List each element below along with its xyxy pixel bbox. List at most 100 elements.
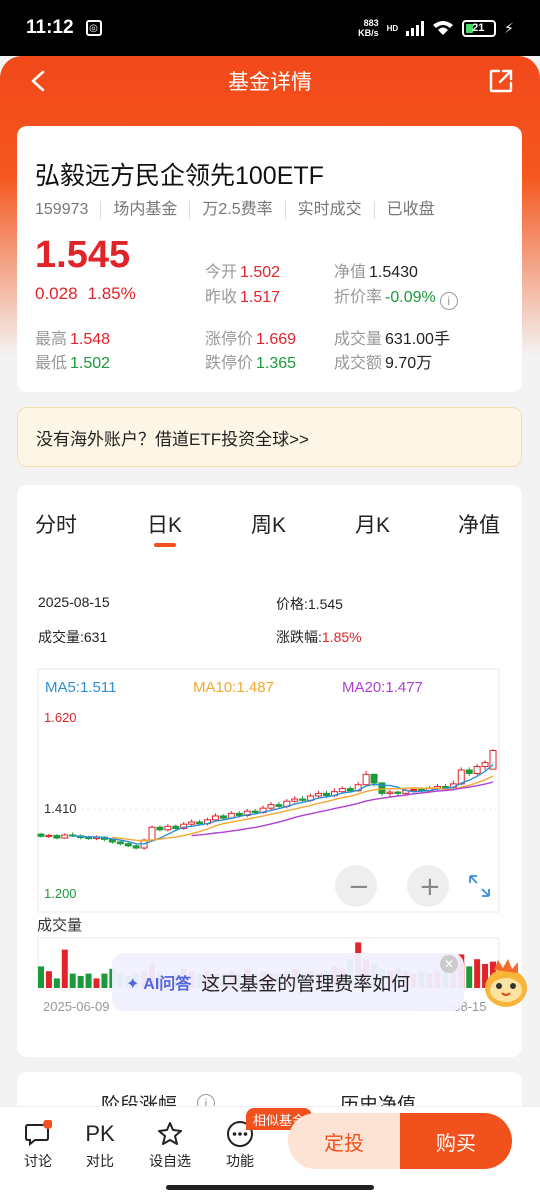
candle-body xyxy=(291,798,299,802)
candle-body xyxy=(124,843,132,847)
candle-body xyxy=(315,792,323,797)
ma-line-ma10 xyxy=(112,775,494,842)
ma-legend: MA5:1.511 xyxy=(45,679,116,696)
nav-compare[interactable]: PK 对比 xyxy=(75,1117,125,1171)
candle-body xyxy=(275,804,283,807)
candle-body xyxy=(473,766,481,774)
fund-tag: 场内基金 xyxy=(100,201,189,219)
signal-icon xyxy=(406,20,425,36)
pk-icon: PK xyxy=(85,1121,115,1146)
candle-body xyxy=(61,834,69,839)
y-tick-label: 1.200 xyxy=(44,886,77,901)
ma-legend: MA10:1.487 xyxy=(193,679,274,696)
candle-body xyxy=(346,788,354,792)
candle-body xyxy=(362,773,370,786)
candle-body xyxy=(394,791,402,794)
fund-name: 弘毅远方民企领先100ETF xyxy=(35,162,324,190)
kline-price: 价格:1.545 xyxy=(276,596,343,612)
candle-body xyxy=(164,825,172,831)
fullscreen-icon xyxy=(469,875,490,897)
candle-body xyxy=(53,834,61,839)
tab-daily-k[interactable]: 日K xyxy=(147,509,182,539)
buy-button[interactable]: 购买 xyxy=(400,1113,512,1169)
low-price: 最低 1.502 xyxy=(35,355,111,372)
status-time: 11:12 xyxy=(26,17,74,38)
plus-icon: + xyxy=(419,872,441,902)
candle-body xyxy=(481,762,489,768)
candle-body xyxy=(211,815,219,821)
volume-label: 成交量 xyxy=(37,916,82,934)
active-tab-indicator xyxy=(154,543,176,547)
volume-bar xyxy=(61,949,68,988)
candle-body xyxy=(410,789,418,791)
candle-body xyxy=(235,812,243,816)
volume-bar xyxy=(85,973,92,988)
chat-icon xyxy=(13,1117,63,1151)
close-icon[interactable]: ✕ xyxy=(440,955,458,973)
y-tick-label: 1.620 xyxy=(44,710,77,725)
candle-body xyxy=(465,769,473,774)
star-icon xyxy=(145,1117,195,1151)
info-icon[interactable]: i xyxy=(439,292,458,310)
tab-weekly-k[interactable]: 周K xyxy=(251,509,286,539)
volume-bar xyxy=(101,973,108,988)
candle-body xyxy=(299,798,307,801)
minus-icon: − xyxy=(348,872,370,902)
volume-bar xyxy=(53,978,60,988)
candle-body xyxy=(132,845,140,849)
candle-body xyxy=(37,833,45,837)
fund-tag: 实时成交 xyxy=(284,201,374,219)
candle-body xyxy=(338,788,346,793)
kline-date: 2025-08-15 xyxy=(38,594,110,610)
candle-body xyxy=(251,810,259,813)
candle-body xyxy=(116,841,124,845)
status-bar: 11:12 ◎ 883 KB/s HD 21 ⚡ xyxy=(0,0,540,56)
tab-nav[interactable]: 净值 xyxy=(458,509,500,539)
ai-question-bubble[interactable]: ✦ AI问答 这只基金的管理费率如何 ✕ xyxy=(112,953,464,1011)
notification-icon: ◎ xyxy=(85,20,102,36)
ma-legend: MA20:1.477 xyxy=(342,679,423,696)
candle-body xyxy=(172,825,180,829)
fund-tags: 159973 场内基金 万2.5费率 实时成交 已收盘 xyxy=(35,201,447,219)
candle-body xyxy=(196,821,204,825)
candle-body xyxy=(370,773,378,784)
kline-change: 涨跌幅:1.85% xyxy=(276,629,362,645)
nav-discuss[interactable]: 讨论 xyxy=(13,1117,63,1171)
candle-body xyxy=(148,826,156,841)
ai-tag: ✦ AI问答 xyxy=(126,976,192,993)
auto-invest-button[interactable]: 定投 xyxy=(288,1113,400,1169)
candle-body xyxy=(85,837,93,840)
page-title: 基金详情 xyxy=(228,71,312,94)
open-price: 今开 1.502 xyxy=(205,264,281,281)
volume-bar xyxy=(466,966,473,988)
candle-body xyxy=(188,821,196,825)
battery-icon: 21 xyxy=(462,19,497,37)
candle-body xyxy=(386,791,394,794)
volume: 成交量 631.00手 xyxy=(334,331,450,348)
volume-bar xyxy=(77,976,84,988)
tab-intraday[interactable]: 分时 xyxy=(35,509,77,539)
tab-monthly-k[interactable]: 月K xyxy=(355,509,390,539)
share-icon[interactable] xyxy=(488,68,514,94)
ai-question: 这只基金的管理费率如何 xyxy=(201,973,411,995)
fund-tag: 已收盘 xyxy=(373,201,447,219)
limit-down: 跌停价 1.365 xyxy=(205,355,297,372)
ma-line-ma5 xyxy=(72,764,494,845)
mascot-icon[interactable] xyxy=(478,956,534,1012)
candle-body xyxy=(441,785,449,788)
nav-add-favorite[interactable]: 设自选 xyxy=(145,1117,195,1171)
wifi-icon xyxy=(433,21,454,35)
back-arrow-icon[interactable] xyxy=(28,70,50,92)
volume-bar xyxy=(38,966,44,988)
overseas-banner[interactable]: 没有海外账户？借道ETF投资全球>> xyxy=(17,407,522,467)
candle-body xyxy=(219,815,227,819)
candle-body xyxy=(45,834,53,837)
high-price: 最高 1.548 xyxy=(35,331,111,348)
candle-body xyxy=(267,804,275,809)
fund-code: 159973 xyxy=(35,201,89,218)
discount-rate: 折价率 -0.09% i xyxy=(334,283,458,310)
volume-bar xyxy=(45,971,52,988)
fund-tag: 万2.5费率 xyxy=(189,201,284,219)
hd-label: HD xyxy=(386,23,399,33)
home-indicator[interactable] xyxy=(166,1185,374,1190)
